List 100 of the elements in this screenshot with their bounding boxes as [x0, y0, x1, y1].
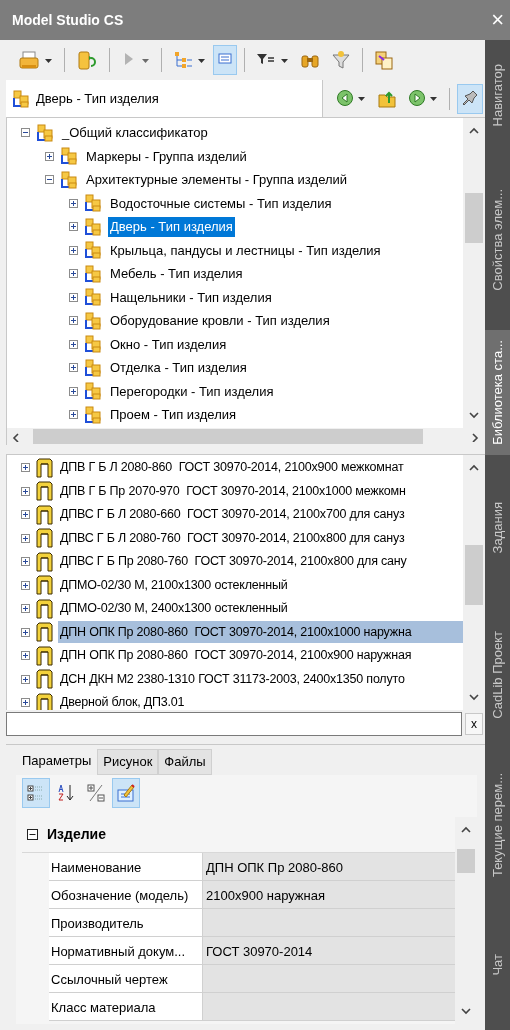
expand-toggle-icon[interactable]: [21, 510, 30, 520]
funnel-icon: [331, 50, 351, 70]
collapse-toggle-icon[interactable]: [21, 128, 30, 138]
scrollbar[interactable]: [7, 428, 485, 445]
property-value-field[interactable]: [203, 993, 455, 1020]
expand-toggle-icon[interactable]: [69, 316, 78, 326]
navigation-button[interactable]: [457, 83, 483, 114]
tree-item[interactable]: _Общий классификатор: [60, 123, 210, 143]
expand-toggle-icon[interactable]: [21, 486, 30, 496]
expand-toggle-icon[interactable]: [21, 533, 30, 543]
expand-toggle-icon[interactable]: [69, 269, 78, 279]
side-tab[interactable]: Текущие перем...: [485, 750, 510, 900]
tree-item[interactable]: Окно - Тип изделия: [108, 334, 229, 354]
expand-toggle-icon[interactable]: [21, 698, 30, 708]
expand-toggle-icon[interactable]: [21, 651, 30, 661]
expand-toggle-icon[interactable]: [69, 363, 78, 373]
collapse-toggle-icon[interactable]: [27, 829, 38, 840]
side-tab[interactable]: Свойства элем...: [485, 150, 510, 330]
property-toolbar-button[interactable]: [22, 778, 50, 808]
expand-toggle-icon[interactable]: [21, 463, 30, 473]
door-frame-icon: [35, 504, 53, 525]
category-label: Изделие: [47, 825, 106, 844]
list-item[interactable]: ДПМО-02/30 М, 2100x1300 остекленный: [58, 574, 463, 597]
sort-az-icon: [56, 783, 76, 803]
tree-item[interactable]: Дверь - Тип изделия: [108, 217, 235, 237]
chevron-up-icon[interactable]: [460, 825, 472, 835]
list-item[interactable]: ДПВС Г Б Л 2080-760 ГОСТ 30970-2014, 2100x800 для сануз: [58, 527, 463, 550]
stacked-cubes-icon: [84, 194, 102, 213]
chevron-down-icon[interactable]: [468, 692, 480, 702]
property-value-field[interactable]: [203, 909, 455, 936]
clear-button[interactable]: x: [465, 712, 483, 735]
property-value-field[interactable]: [203, 965, 455, 992]
list-item[interactable]: ДПВС Г Б Пр 2080-760 ГОСТ 30970-2014, 2100x800 для сану: [58, 550, 463, 573]
search-field[interactable]: [6, 711, 462, 736]
list-item[interactable]: ДСН ДКН М2 2380-1310 ГОСТ 31173-2003, 2400x1350 полуто: [58, 668, 463, 691]
caret-icon[interactable]: [429, 94, 438, 103]
expand-toggle-icon[interactable]: [69, 222, 78, 232]
tree-item[interactable]: Маркеры - Группа изделий: [84, 146, 249, 166]
tree-item[interactable]: Перегородки - Тип изделия: [108, 381, 276, 401]
tree-item[interactable]: Архитектурные элементы - Группа изделий: [84, 170, 350, 190]
chevron-up-icon[interactable]: [468, 126, 480, 136]
side-tab[interactable]: Задания: [485, 455, 510, 600]
tab[interactable]: Файлы: [158, 749, 212, 775]
tree-item[interactable]: Проем - Тип изделия: [108, 405, 238, 425]
expand-toggle-icon[interactable]: [69, 198, 78, 208]
expand-toggle-icon[interactable]: [21, 674, 30, 684]
chevron-right-icon[interactable]: [469, 431, 481, 442]
stacked-cubes-icon: [84, 264, 102, 283]
expand-toggle-icon[interactable]: [21, 557, 30, 567]
expand-toggle-icon[interactable]: [69, 292, 78, 302]
scrollbar[interactable]: [463, 455, 485, 710]
scrollbar-thumb[interactable]: [457, 849, 475, 873]
expand-toggle-icon[interactable]: [21, 604, 30, 614]
tab[interactable]: Рисунок: [97, 749, 159, 775]
property-name: Обозначение (модель): [49, 881, 203, 908]
tree-item[interactable]: Водосточные системы - Тип изделия: [108, 193, 334, 213]
tree-item[interactable]: Отделка - Тип изделия: [108, 358, 249, 378]
scrollbar-thumb[interactable]: [33, 429, 423, 444]
chevron-down-icon[interactable]: [460, 1006, 472, 1016]
tree-item[interactable]: Мебель - Тип изделия: [108, 264, 245, 284]
window-title: Model Studio CS: [12, 10, 124, 30]
door-frame-icon: [35, 551, 53, 572]
stacked-cubes-icon: [36, 123, 54, 142]
list-item[interactable]: ДПН ОПК Пр 2080-860 ГОСТ 30970-2014, 2100x1000 наружна: [58, 621, 463, 644]
caret-icon[interactable]: [357, 94, 366, 103]
side-tab[interactable]: Навигатор: [485, 40, 510, 150]
scrollbar[interactable]: [463, 118, 485, 428]
chevron-down-icon[interactable]: [468, 410, 480, 420]
side-tab[interactable]: Чат: [485, 900, 510, 1030]
door-frame-icon: [35, 645, 53, 666]
stacked-cubes-icon: [84, 335, 102, 354]
list-item[interactable]: ДПМО-02/30 М, 2400x1300 остекленный: [58, 597, 463, 620]
collapse-toggle-icon[interactable]: [45, 175, 54, 185]
expand-toggle-icon[interactable]: [21, 627, 30, 637]
close-button[interactable]: ×: [491, 9, 504, 31]
stacked-cubes-icon: [60, 170, 78, 189]
list-item[interactable]: ДПВ Г Б Л 2080-860 ГОСТ 30970-2014, 2100x900 межкомнат: [58, 456, 463, 479]
list-item[interactable]: ДПВ Г Б Пр 2070-970 ГОСТ 30970-2014, 2100x1000 межкомн: [58, 480, 463, 503]
printer-icon: [18, 50, 40, 70]
chevron-up-icon[interactable]: [468, 463, 480, 473]
tree-item[interactable]: Нащельники - Тип изделия: [108, 287, 274, 307]
list-item[interactable]: ДПВС Г Б Л 2080-660 ГОСТ 30970-2014, 2100x700 для сануз: [58, 503, 463, 526]
property-name: Класс материала: [49, 993, 203, 1020]
side-tab[interactable]: CadLib Проект: [485, 600, 510, 750]
tree-item[interactable]: Оборудование кровли - Тип изделия: [108, 311, 332, 331]
expand-toggle-icon[interactable]: [21, 580, 30, 590]
side-tab[interactable]: Библиотека ста...: [485, 330, 510, 455]
stacked-cubes-icon: [84, 405, 102, 424]
tree-item[interactable]: Крыльца, пандусы и лестницы - Тип изделия: [108, 240, 383, 260]
list-item[interactable]: ДПН ОПК Пр 2080-860 ГОСТ 30970-2014, 2100x900 наружная: [58, 644, 463, 667]
expand-toggle-icon[interactable]: [69, 386, 78, 396]
expand-toggle-icon[interactable]: [69, 245, 78, 255]
expand-toggle-icon[interactable]: [69, 410, 78, 420]
expand-toggle-icon[interactable]: [45, 151, 54, 161]
property-toolbar-button[interactable]: [112, 778, 140, 808]
expand-toggle-icon[interactable]: [69, 339, 78, 349]
scrollbar-thumb[interactable]: [465, 193, 483, 243]
scrollbar-thumb[interactable]: [465, 545, 483, 605]
stacked-cubes-icon: [84, 358, 102, 377]
list-item[interactable]: Дверной блок, ДП3.01: [58, 691, 463, 710]
